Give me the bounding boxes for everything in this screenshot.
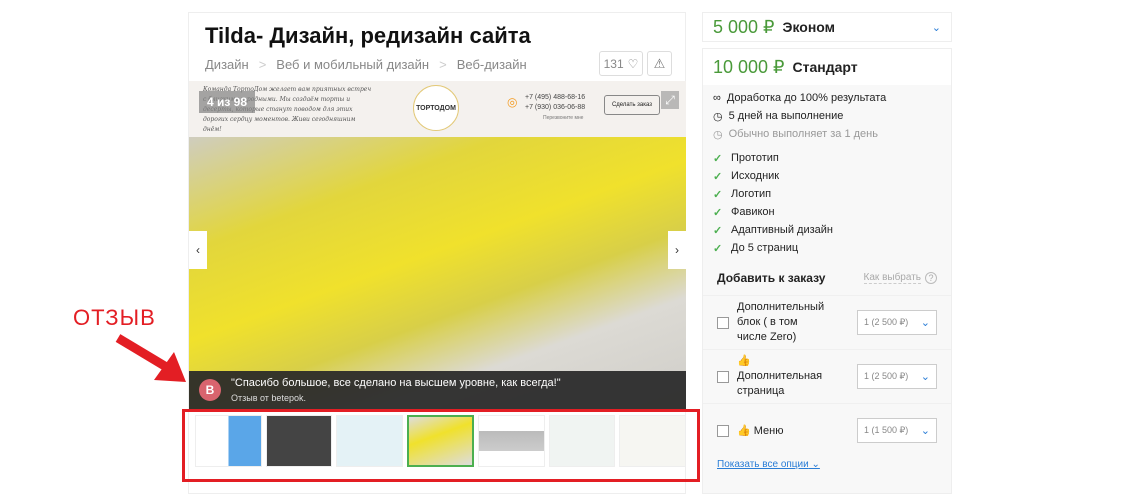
page-title: Tilda- Дизайн, редизайн сайта [205,23,531,48]
breadcrumb: Дизайн > Веб и мобильный дизайн > Веб-диза… [205,57,527,72]
feature-item: Исходник [731,170,780,182]
cake-image [189,137,686,411]
chevron-down-icon: ⌄ [811,459,820,470]
like-button[interactable]: 131 ♡ [599,51,643,76]
review-overlay: B "Спасибо большое, все сделано на высше… [189,371,686,411]
breadcrumb-item[interactable]: Дизайн [205,57,249,72]
clock-icon: ◷ [713,128,723,141]
addon-checkbox[interactable] [717,424,729,437]
clock-icon: ◷ [713,110,723,123]
chevron-down-icon: ⌄ [920,317,930,329]
avatar: B [199,379,221,401]
feature-item: До 5 страниц [731,242,799,254]
info-item: Обычно выполняет за 1 день [728,128,878,140]
report-button[interactable]: ⚠ [647,51,672,76]
feature-item: Прототип [731,152,779,164]
prev-button[interactable]: ‹ [189,231,207,269]
plan-standard: 10 000 ₽ Стандарт ∞ Доработка до 100% резу… [702,48,952,494]
addon-item: 👍 Дополнительная страница 1 (2 500 ₽) ⌄ [703,349,951,403]
feature-item: Адаптивный дизайн [731,224,833,236]
how-to-choose-link[interactable]: Как выбрать [863,272,921,284]
phone: +7 (930) 036-06-88 [525,104,586,111]
check-icon: ✓ [713,152,723,165]
select-value: 1 (1 500 ₽) [864,425,909,435]
addon-quantity-select[interactable]: 1 (2 500 ₽) ⌄ [857,364,937,389]
addon-quantity-select[interactable]: 1 (1 500 ₽) ⌄ [857,418,937,443]
check-icon: ✓ [713,170,723,183]
check-icon: ✓ [713,242,723,255]
chevron-down-icon: ⌄ [931,21,941,34]
breadcrumb-item[interactable]: Веб и мобильный дизайн [276,57,429,72]
addon-item: Дополнительный блок ( в том числе Zero) 1… [703,295,951,349]
addons-title: Добавить к заказу [717,271,826,285]
addon-quantity-select[interactable]: 1 (2 500 ₽) ⌄ [857,310,937,335]
infinity-icon: ∞ [713,92,721,104]
arrow-icon [115,334,186,382]
plan-price: 10 000 ₽ [713,56,785,77]
chevron-right-icon: › [675,243,679,257]
like-count: 131 [603,56,624,71]
thumbs-up-icon: 👍 [737,425,751,437]
addon-label: Дополнительная страница [737,370,823,397]
check-icon: ✓ [713,188,723,201]
fullscreen-icon[interactable]: ⤢ [661,91,679,109]
review-text: "Спасибо большое, все сделано на высшем … [231,377,561,389]
plan-econom[interactable]: 5 000 ₽ Эконом ⌄ [702,12,952,42]
check-icon: ✓ [713,224,723,237]
order-image-button: Сделать заказ [604,95,660,115]
addon-label: Дополнительный блок ( в том числе Zero) [737,301,825,343]
addon-checkbox[interactable] [717,370,729,383]
chevron-down-icon: ⌄ [920,425,930,437]
review-author: Отзыв от betepok. [231,393,306,403]
select-value: 1 (2 500 ₽) [864,317,909,327]
show-all-options-link[interactable]: Показать все опции ⌄ [703,457,951,472]
plan-header: 10 000 ₽ Стандарт [703,49,951,85]
check-icon: ✓ [713,206,723,219]
thumbs-up-icon: 👍 [737,355,751,367]
info-item: Доработка до 100% результата [726,92,887,104]
annotation-label: ОТЗЫВ [73,305,156,330]
plan-price: 5 000 ₽ [713,16,775,37]
gallery-image-header: Команда ТортоДом желает вам приятных вст… [189,81,686,137]
addon-label: Меню [753,425,784,437]
warning-icon: ⚠ [653,55,666,71]
addon-item: 👍 Меню 1 (1 500 ₽) ⌄ [703,403,951,457]
phone: +7 (495) 488-68-16 [525,94,586,101]
plan-name: Стандарт [792,59,858,75]
help-icon[interactable]: ? [925,272,937,284]
highlight-box [182,409,700,482]
select-value: 1 (2 500 ₽) [864,371,909,381]
image-counter: 4 из 98 [199,91,256,113]
plan-name: Эконом [782,19,836,35]
chevron-down-icon: ⌄ [920,371,930,383]
breadcrumb-item[interactable]: Веб-дизайн [457,57,527,72]
logo: ТОРТОДОМ [413,85,459,131]
info-item: 5 дней на выполнение [728,110,844,122]
feature-item: Логотип [731,188,772,200]
image-gallery: Команда ТортоДом желает вам приятных вст… [189,81,686,411]
feature-item: Фавикон [731,206,775,218]
next-button[interactable]: › [668,231,686,269]
addon-checkbox[interactable] [717,316,729,329]
whatsapp-icon: ◎ [507,95,518,109]
show-all-label: Показать все опции [717,459,809,470]
chevron-left-icon: ‹ [196,243,200,257]
heart-icon: ♡ [627,56,639,71]
callback-text: Перезвоните мне [543,115,584,121]
